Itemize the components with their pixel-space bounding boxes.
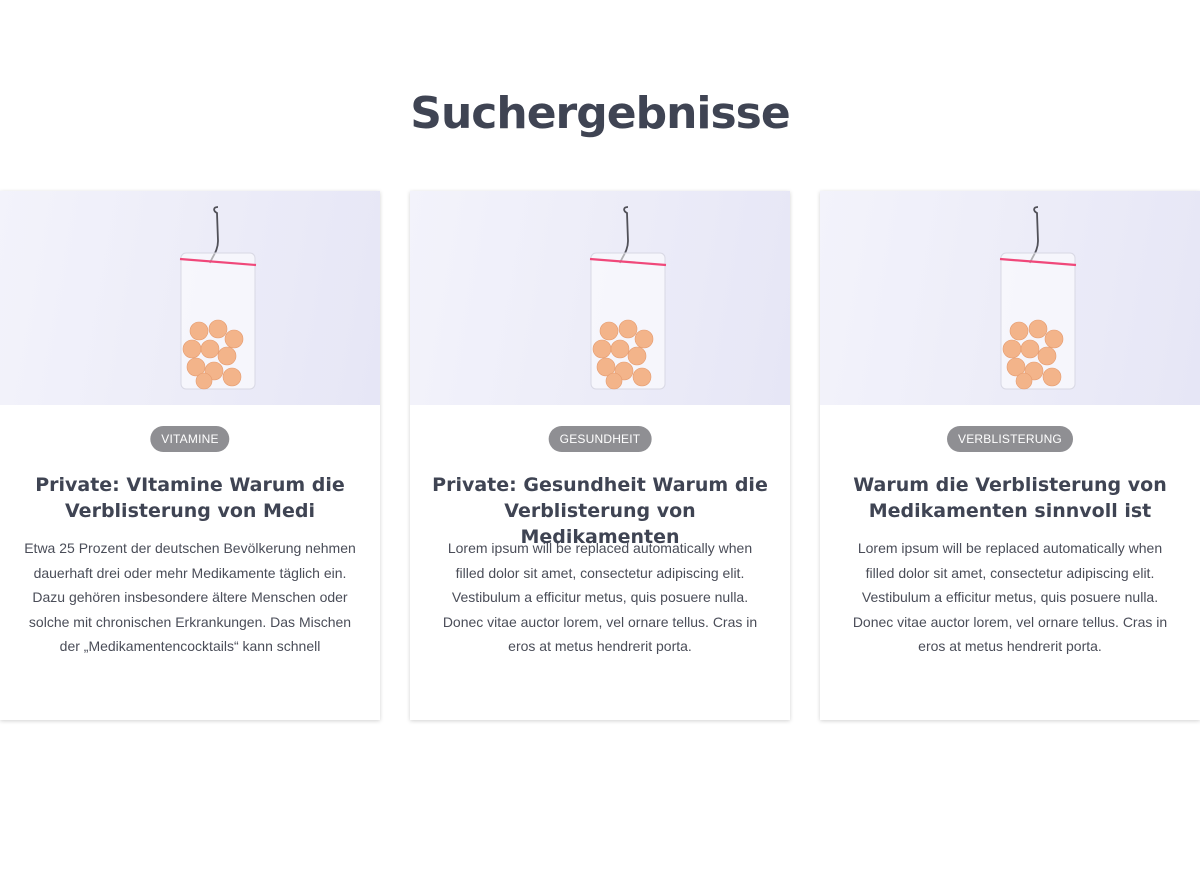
- result-card[interactable]: VERBLISTERUNG Warum die Verblisterung vo…: [820, 191, 1200, 720]
- result-card[interactable]: VITAMINE Private: VItamine Warum die Ver…: [0, 191, 380, 720]
- category-badge[interactable]: VERBLISTERUNG: [947, 426, 1073, 452]
- card-title[interactable]: Warum die Verblisterung von Medikamenten…: [840, 472, 1180, 524]
- category-badge[interactable]: GESUNDHEIT: [548, 426, 652, 452]
- card-title[interactable]: Private: VItamine Warum die Verblisterun…: [20, 472, 360, 524]
- pill-bag-illustration: [999, 206, 1077, 390]
- card-excerpt: Lorem ipsum will be replaced automatical…: [852, 540, 1168, 654]
- pill-bag-illustration: [589, 206, 667, 390]
- pill-bag-image[interactable]: [820, 191, 1200, 405]
- pill-bag-image[interactable]: [410, 191, 790, 405]
- pill-bag-illustration: [179, 206, 257, 390]
- card-excerpt: Lorem ipsum will be replaced automatical…: [442, 540, 758, 654]
- pill-bag-image[interactable]: [0, 191, 380, 405]
- card-excerpt: Etwa 25 Prozent der deutschen Bevölkerun…: [24, 540, 356, 654]
- page-title: Suchergebnisse: [410, 88, 790, 139]
- result-card[interactable]: GESUNDHEIT Private: Gesundheit Warum die…: [410, 191, 790, 720]
- category-badge[interactable]: VITAMINE: [150, 426, 230, 452]
